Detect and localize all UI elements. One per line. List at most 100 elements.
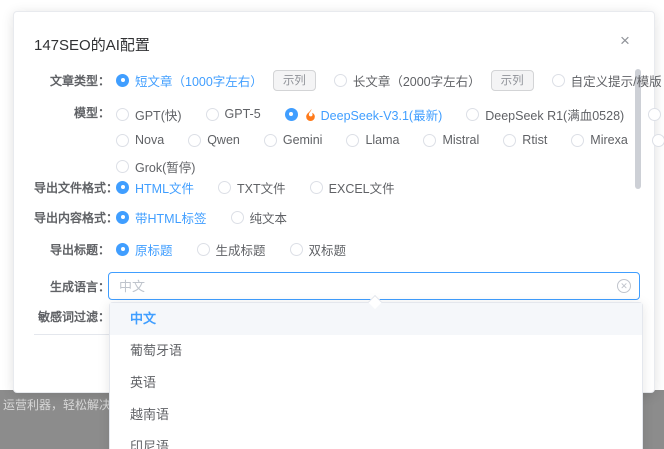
radio-circle bbox=[230, 210, 244, 224]
language-option[interactable]: 越南语 bbox=[110, 399, 642, 431]
radio-option[interactable]: HTML文件 bbox=[116, 178, 194, 197]
radio-label: Qwen bbox=[207, 133, 240, 147]
radio-option[interactable]: 原标题 bbox=[116, 240, 173, 259]
radio-option[interactable]: Grok(暂停) bbox=[116, 157, 195, 176]
language-option[interactable]: 葡萄牙语 bbox=[110, 335, 642, 367]
close-icon[interactable]: × bbox=[614, 30, 636, 52]
radio-circle bbox=[571, 133, 585, 147]
export-content-format-options: 带HTML标签 纯文本 bbox=[116, 208, 640, 227]
radio-label: GPT(快) bbox=[135, 108, 182, 123]
radio-option[interactable]: EXCEL文件 bbox=[309, 178, 395, 197]
radio-label: 带HTML标签 bbox=[135, 211, 207, 226]
radio-circle bbox=[116, 107, 129, 121]
radio-circle bbox=[218, 180, 232, 194]
radio-option[interactable]: Mistral bbox=[423, 133, 479, 147]
radio-circle bbox=[116, 73, 129, 87]
language-dropdown: 中文 葡萄牙语 英语 越南语 印尼语 bbox=[109, 294, 643, 449]
radio-label: DeepSeek-V3.1(最新) bbox=[320, 108, 443, 123]
radio-option[interactable]: 生成标题 bbox=[196, 240, 266, 259]
radio-option[interactable]: GPT(快) bbox=[116, 105, 182, 124]
row-export-title: 导出标题： 原标题 生成标题 双标题 bbox=[34, 239, 640, 259]
radio-circle bbox=[116, 180, 129, 194]
radio-circle bbox=[116, 210, 129, 224]
radio-option[interactable]: 带HTML标签 bbox=[116, 208, 207, 227]
radio-option[interactable]: 自定义提示/模版 bbox=[551, 71, 662, 90]
model-options-line-2: Nova Qwen Gemini Llama Mistral Rtist Mirexa GPT… bbox=[116, 130, 664, 150]
radio-label: Nova bbox=[135, 133, 165, 147]
radio-option[interactable]: DeepSeek-V3.1(最新) bbox=[284, 105, 443, 124]
flame-icon bbox=[305, 108, 315, 121]
radio-circle bbox=[263, 133, 277, 147]
radio-circle bbox=[196, 242, 210, 256]
radio-option[interactable]: 纯文本 bbox=[230, 208, 288, 227]
radio-label: Mistral bbox=[442, 133, 480, 147]
row-export-file-format: 导出文件格式： HTML文件 TXT文件 EXCEL文件 bbox=[34, 177, 640, 197]
radio-option[interactable]: Llama bbox=[346, 133, 399, 147]
radio-circle bbox=[333, 73, 347, 87]
radio-circle bbox=[289, 242, 303, 256]
clear-icon[interactable]: ✕ bbox=[617, 279, 631, 293]
radio-circle bbox=[651, 133, 664, 147]
export-title-options: 原标题 生成标题 双标题 bbox=[116, 240, 640, 259]
radio-option[interactable]: Claude bbox=[648, 107, 664, 121]
model-options-line-1: GPT(快) GPT-5 DeepSeek-V3.1(最新) DeepSeek R1(… bbox=[116, 104, 664, 124]
generate-language-label: 生成语言： bbox=[49, 279, 110, 294]
radio-label: 短文章（1000字左右） bbox=[135, 74, 263, 89]
radio-option[interactable]: GPT-OSS bbox=[651, 133, 664, 147]
radio-label: EXCEL文件 bbox=[328, 181, 395, 196]
radio-label: Gemini bbox=[282, 133, 323, 147]
radio-circle bbox=[116, 159, 129, 173]
example-button[interactable]: 示列 bbox=[272, 69, 316, 91]
row-generate-language: 生成语言： ✕ bbox=[34, 272, 640, 300]
radio-label: Rtist bbox=[522, 133, 548, 147]
example-button[interactable]: 示列 bbox=[490, 69, 534, 91]
radio-label: DeepSeek R1(满血0528) bbox=[485, 108, 625, 123]
radio-label: 纯文本 bbox=[249, 211, 288, 226]
export-content-format-label: 导出内容格式： bbox=[34, 210, 119, 225]
radio-circle bbox=[188, 133, 202, 147]
radio-circle bbox=[309, 180, 323, 194]
radio-circle bbox=[205, 107, 219, 121]
radio-circle bbox=[466, 107, 480, 121]
sensitive-filter-label: 敏感词过滤： bbox=[37, 309, 110, 324]
radio-label: 自定义提示/模版 bbox=[570, 74, 662, 89]
radio-label: Grok(暂停) bbox=[135, 160, 196, 175]
radio-label: 原标题 bbox=[135, 243, 173, 258]
radio-option[interactable]: Rtist bbox=[503, 133, 547, 147]
radio-circle bbox=[648, 107, 662, 121]
radio-option[interactable]: 双标题 bbox=[289, 240, 346, 259]
radio-circle bbox=[503, 133, 517, 147]
radio-label: Mirexa bbox=[590, 133, 628, 147]
export-title-label: 导出标题： bbox=[49, 242, 110, 257]
model-options: GPT(快) GPT-5 DeepSeek-V3.1(最新) DeepSeek R1(… bbox=[116, 104, 664, 176]
radio-label: 长文章（2000字左右） bbox=[352, 74, 481, 89]
language-option-list: 中文 葡萄牙语 英语 越南语 印尼语 bbox=[110, 303, 642, 449]
radio-label: Llama bbox=[365, 133, 400, 147]
radio-label: 生成标题 bbox=[215, 243, 266, 258]
radio-option[interactable]: Mirexa bbox=[571, 133, 628, 147]
radio-option[interactable]: Gemini bbox=[263, 133, 323, 147]
radio-circle bbox=[116, 242, 129, 256]
row-export-content-format: 导出内容格式： 带HTML标签 纯文本 bbox=[34, 207, 640, 227]
radio-option[interactable]: GPT-5 bbox=[205, 107, 261, 121]
radio-option[interactable]: Nova bbox=[116, 133, 164, 147]
radio-label: GPT-5 bbox=[224, 107, 261, 121]
page: 运营利器，轻松解决礼品配 147SEO的AI配置 × 文章类型： 短文章（100… bbox=[0, 0, 664, 449]
radio-option[interactable]: 长文章（2000字左右） bbox=[333, 71, 481, 90]
article-type-label: 文章类型： bbox=[49, 73, 110, 88]
model-label: 模型： bbox=[73, 106, 110, 120]
radio-circle bbox=[551, 73, 565, 87]
export-file-format-label: 导出文件格式： bbox=[34, 180, 119, 195]
radio-circle bbox=[346, 133, 360, 147]
language-option[interactable]: 印尼语 bbox=[110, 431, 642, 449]
radio-option[interactable]: DeepSeek R1(满血0528) bbox=[466, 105, 624, 124]
export-file-format-options: HTML文件 TXT文件 EXCEL文件 bbox=[116, 178, 640, 197]
radio-option[interactable]: 短文章（1000字左右） bbox=[116, 71, 263, 90]
row-model: 模型： GPT(快) GPT-5 DeepSeek-V3.1(最新) DeepSeek… bbox=[34, 104, 664, 176]
radio-option[interactable]: TXT文件 bbox=[218, 178, 286, 197]
radio-label: TXT文件 bbox=[237, 181, 286, 196]
radio-option[interactable]: Qwen bbox=[188, 133, 240, 147]
language-option[interactable]: 英语 bbox=[110, 367, 642, 399]
dialog-title: 147SEO的AI配置 bbox=[34, 37, 150, 54]
model-options-line-3: Grok(暂停) bbox=[116, 156, 664, 176]
